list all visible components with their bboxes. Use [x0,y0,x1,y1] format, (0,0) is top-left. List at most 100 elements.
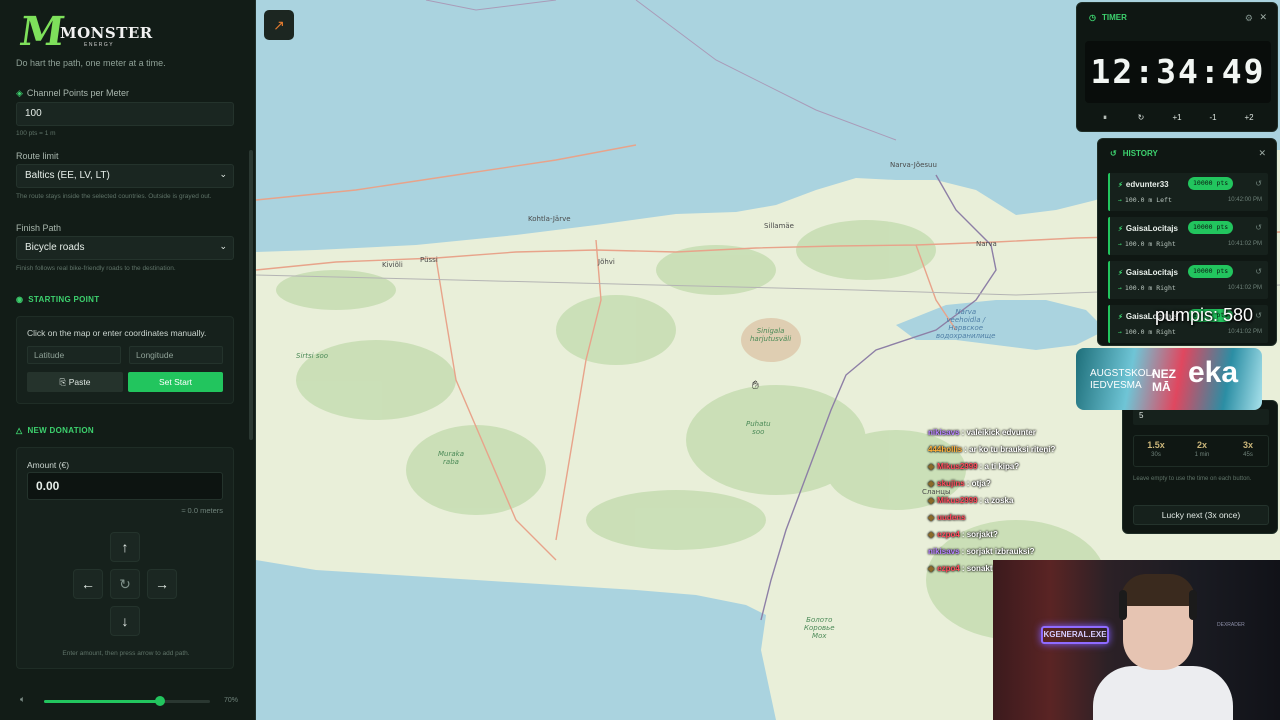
trend-up-icon: ↗ [273,17,285,33]
history-user: edvunter33 [1125,180,1169,189]
chat-message: ◆ Mikus2999: a zoska [928,496,1014,505]
city-sillamae: Sillamäe [764,222,794,230]
bolt-icon: ⚡︎ [1118,314,1123,321]
direction-icon: → [1118,284,1122,292]
history-item: ⚡︎ GaisaLocitajs 10000 pts ↺ → 100.0 m Rig… [1108,261,1268,299]
streamer-body [1093,666,1233,720]
arrow-right-icon: → [155,576,169,592]
city-johvi: Jõhvi [598,258,615,266]
multiplier-panel: 5 1.5x 30s 2x 1 min 3x 45s Leave empty to u… [1122,400,1278,534]
city-narva-joesuu: Narva-Jõesuu [890,161,937,169]
volume-knob[interactable] [155,696,166,706]
route-limit-hint: The route stays inside the selected coun… [16,193,212,200]
starting-point-instructions: Click on the map or enter coordinates ma… [27,328,207,338]
bolt-icon: ⚡︎ [1118,270,1123,277]
add-two-button[interactable]: +2 [1239,113,1259,122]
arrow-left-button[interactable]: ← [73,569,103,599]
timer-title: ◷ TIMER [1089,13,1127,22]
close-icon[interactable]: ✕ [1259,12,1267,23]
arrow-up-button[interactable]: ↑ [110,532,140,562]
arrow-down-icon: ↓ [121,613,129,629]
history-meta: 100.0 m Right [1124,284,1176,292]
pause-button[interactable]: ⏸ [1095,113,1115,123]
multiplier-2x-button[interactable]: 2x 1 min [1180,440,1224,458]
bolt-icon: ⚡︎ [1118,226,1123,233]
chair-brand-label: DEXRADER [1217,622,1245,628]
lucky-next-button[interactable]: Lucky next (3x once) [1133,505,1269,525]
direction-icon: → [1118,196,1122,204]
multiplier-1-5x-button[interactable]: 1.5x 30s [1134,440,1178,458]
bolt-icon: ⚡︎ [1118,182,1123,189]
history-time: 10:41:02 PM [1227,329,1262,335]
timer-display: 12:34:49 [1085,41,1271,103]
meters-estimate: ≈ 0.0 meters [181,506,223,515]
direction-icon: → [1118,328,1122,336]
starting-point-card: Click on the map or enter coordinates ma… [16,316,234,404]
undo-icon[interactable]: ↺ [1255,311,1262,320]
finish-path-select[interactable]: Bicycle roads ⌄ [16,236,234,260]
volume-slider[interactable] [44,696,210,706]
undo-icon[interactable]: ↺ [1255,223,1262,232]
route-limit-label: Route limit [16,151,59,161]
webcam-feed: KGENERAL.EXE DEXRADER [993,560,1280,720]
hand-cursor-icon: ✋︎ [752,378,759,392]
reset-timer-button[interactable]: ↻ [1131,113,1151,122]
monster-energy-logo: M MONSTER ENERGY [14,8,164,60]
points-counter-overlay: pumpis: 580 [1155,305,1254,325]
city-kivioli: Kiviõli [382,261,403,269]
trend-chart-button[interactable]: ↗ [264,10,294,40]
history-time: 10:41:02 PM [1227,285,1262,291]
speaker-icon[interactable]: 🔈︎ [20,694,25,705]
sub-badge-icon: ◆ [928,564,935,573]
subtract-one-button[interactable]: -1 [1203,113,1223,122]
multiplier-3x-button[interactable]: 3x 45s [1226,440,1270,458]
logo-sub: ENERGY [84,42,115,48]
latitude-input[interactable]: Latitude [27,346,121,364]
headset-icon [1119,590,1127,620]
sponsor-text-1: AUGSTSKOLA IEDVESMA [1090,368,1158,391]
amount-label: Amount (€) [27,460,70,470]
lake-narva-reservoir: Narva veehoidla / Нарвское водохранилище [936,308,996,340]
add-one-button[interactable]: +1 [1167,113,1187,122]
arrow-right-button[interactable]: → [147,569,177,599]
finish-path-label: Finish Path [16,223,62,233]
arrow-down-button[interactable]: ↓ [110,606,140,636]
history-item: ⚡︎ edvunter33 10000 pts ↺ → 100.0 m Left 1… [1108,173,1268,211]
area-muraka: Muraka raba [438,450,464,466]
history-item: ⚡︎ GaisaLocitajs 10000 pts ↺ → 100.0 m Rig… [1108,217,1268,255]
chat-message: ◆ skujins: otja? [928,479,991,488]
history-points-badge: 10000 pts [1188,265,1234,278]
chat-message: nikisavs: valeikick edvunter [928,428,1036,437]
reset-direction-button[interactable]: ↻ [110,569,140,599]
set-start-button[interactable]: Set Start [128,372,223,392]
area-puhatu: Puhatu soo [746,420,771,436]
chat-message: ◆ ezpo4: sorjakt? [928,530,998,539]
points-per-meter-input[interactable]: 100 [16,102,234,126]
undo-icon[interactable]: ↺ [1255,267,1262,276]
history-icon: ↺ [1110,149,1117,158]
paste-button[interactable]: ⎘ Paste [27,372,123,392]
chat-message: nikisavs: sorjakt izbrauksi? [928,547,1035,556]
sponsor-text-2: NEZ MĀ [1152,367,1176,394]
close-icon[interactable]: ✕ [1258,148,1266,159]
route-limit-select[interactable]: Baltics (EE, LV, LT) ⌄ [16,164,234,188]
sub-badge-icon: ◆ [928,462,935,471]
area-sirtsi: Sirtsi soo [296,352,329,360]
rotate-icon: ↻ [119,576,131,592]
sponsor-banner: AUGSTSKOLA IEDVESMA NEZ MĀ eka [1076,348,1262,410]
multiplier-duration-input[interactable]: 5 [1133,409,1269,425]
history-meta: 100.0 m Left [1124,196,1172,204]
city-pussi: Püssi [420,256,438,264]
multiplier-options: 1.5x 30s 2x 1 min 3x 45s [1133,435,1269,467]
area-bolota: Болото Коровье Мох [804,616,835,640]
undo-icon[interactable]: ↺ [1255,179,1262,188]
gear-icon[interactable]: ⚙ [1245,13,1253,24]
longitude-input[interactable]: Longitude [129,346,223,364]
sidebar-scrollbar[interactable] [249,150,253,440]
points-per-meter-hint: 100 pts = 1 m [16,130,56,137]
amount-input[interactable]: 0.00 [27,472,223,500]
history-user: GaisaLocitajs [1125,268,1178,277]
volume-control: 🔈︎ 70% [0,680,256,720]
new-donation-heading: △ NEW DONATION [16,426,95,435]
triangle-icon: △ [16,426,23,435]
